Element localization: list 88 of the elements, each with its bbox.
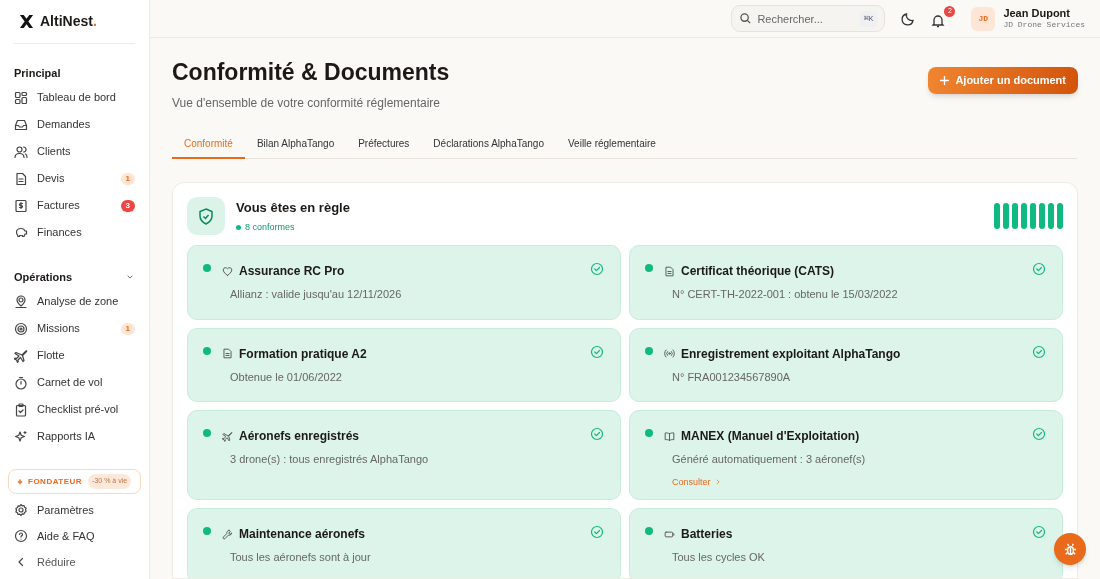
document-icon — [664, 265, 675, 277]
check-circle-icon — [590, 427, 604, 441]
compliant-count: 8 conformes — [245, 220, 295, 234]
map-pin-icon — [14, 294, 28, 309]
plus-icon — [940, 76, 950, 85]
bug-report-button[interactable] — [1054, 533, 1086, 565]
battery-icon — [664, 528, 675, 540]
document-icon — [222, 348, 233, 359]
nav-item[interactable]: Paramètres — [8, 497, 141, 523]
moon-icon[interactable] — [901, 11, 916, 26]
document-icon — [14, 171, 28, 186]
nav-item[interactable]: Factures 3 — [8, 192, 141, 219]
card-detail: Généré automatiquement : 3 aéronef(s) — [671, 452, 867, 467]
grid-icon — [14, 90, 28, 105]
bell-icon — [931, 13, 946, 28]
card-title: Batteries — [681, 526, 733, 543]
inbox-icon — [14, 117, 28, 132]
card-title: Aéronefs enregistrés — [239, 428, 360, 445]
card-detail: Obtenue le 01/06/2022 — [229, 369, 343, 385]
settings-icon — [14, 503, 28, 517]
bug-icon — [1062, 541, 1078, 557]
radio-signal-icon — [664, 348, 675, 359]
tab[interactable]: Déclarations AlphaTango — [421, 130, 556, 159]
tab[interactable]: Veille réglementaire — [556, 130, 668, 159]
sparkle-icon — [14, 429, 28, 444]
tab[interactable]: Préfectures — [346, 130, 422, 159]
card-detail: Tous les aéronefs sont à jour — [229, 550, 372, 565]
nav-item[interactable]: Rapports IA — [8, 423, 141, 450]
check-circle-icon — [590, 262, 604, 276]
nav-item[interactable]: Demandes — [8, 111, 141, 138]
company-name: JD Drone Services — [1003, 19, 1085, 30]
card-detail: 3 drone(s) : tous enregistrés AlphaTango — [229, 452, 430, 467]
heart-icon — [222, 265, 233, 277]
card-detail: N° CERT-TH-2022-001 : obtenu le 15/03/2022 — [671, 287, 899, 302]
plane-icon — [222, 430, 233, 442]
check-circle-icon — [1032, 427, 1046, 441]
nav-item[interactable]: Analyse de zone — [8, 288, 141, 315]
sparkle-icon — [16, 477, 24, 486]
page-subtitle: Vue d'ensemble de votre conformité réglementaire — [172, 95, 441, 112]
nav-item[interactable]: Checklist pré-vol — [8, 396, 141, 423]
count-badge: 3 — [120, 199, 135, 212]
piggy-bank-icon — [14, 225, 28, 240]
nav-item[interactable]: Tableau de bord — [8, 84, 141, 111]
user-name: Jean Dupont — [1003, 7, 1071, 19]
section-heading: Principal — [14, 65, 61, 81]
book-icon — [664, 430, 675, 442]
nav-item[interactable]: Clients — [8, 138, 141, 165]
nav-item[interactable]: Carnet de vol — [8, 369, 141, 396]
receipt-icon — [14, 198, 28, 213]
stopwatch-icon — [14, 375, 28, 390]
count-badge: 1 — [120, 322, 135, 335]
nav-item[interactable]: Flotte — [8, 342, 141, 369]
card-title: Certificat théorique (CATS) — [681, 263, 835, 280]
card-title: Enregistrement exploitant AlphaTango — [681, 345, 901, 363]
card-detail: Tous les cycles OK — [671, 550, 766, 565]
logo-icon — [19, 14, 34, 29]
page-title: Conformité & Documents — [172, 58, 450, 86]
search-icon — [740, 13, 752, 24]
check-circle-icon — [1032, 262, 1046, 276]
check-circle-icon — [1032, 525, 1046, 539]
nav-item[interactable]: Missions 1 — [8, 315, 141, 342]
target-icon — [14, 321, 28, 336]
compliance-meter — [994, 203, 1063, 229]
users-icon — [14, 144, 28, 159]
nav-item[interactable]: Devis 1 — [8, 165, 141, 192]
wrench-icon — [222, 528, 233, 540]
founder-label: FONDATEUR — [28, 475, 83, 488]
check-circle-icon — [590, 344, 604, 359]
count-badge: 1 — [120, 172, 135, 185]
tab[interactable]: Bilan AlphaTango — [244, 130, 347, 159]
nav-item[interactable]: Finances — [8, 219, 141, 246]
card-title: Maintenance aéronefs — [239, 526, 366, 543]
clipboard-check-icon — [14, 402, 28, 417]
card-title: Assurance RC Pro — [239, 263, 345, 280]
plane-icon — [14, 348, 28, 363]
card-title: MANEX (Manuel d'Exploitation) — [681, 428, 860, 445]
help-icon — [14, 529, 28, 543]
brand-name: AltiNest. — [40, 12, 97, 31]
card-detail: N° FRA001234567890A — [671, 369, 792, 385]
check-circle-icon — [590, 525, 604, 539]
nav-item[interactable]: Aide & FAQ — [8, 523, 141, 549]
check-circle-icon — [1032, 344, 1046, 359]
card-title: Formation pratique A2 — [239, 345, 367, 363]
card-detail: Allianz : valide jusqu'au 12/11/2026 — [229, 287, 403, 302]
status-title: Vous êtes en règle — [236, 199, 350, 217]
section-heading[interactable]: Opérations — [14, 268, 73, 286]
nav-item[interactable]: Réduire — [8, 549, 141, 575]
shield-icon — [198, 207, 214, 225]
